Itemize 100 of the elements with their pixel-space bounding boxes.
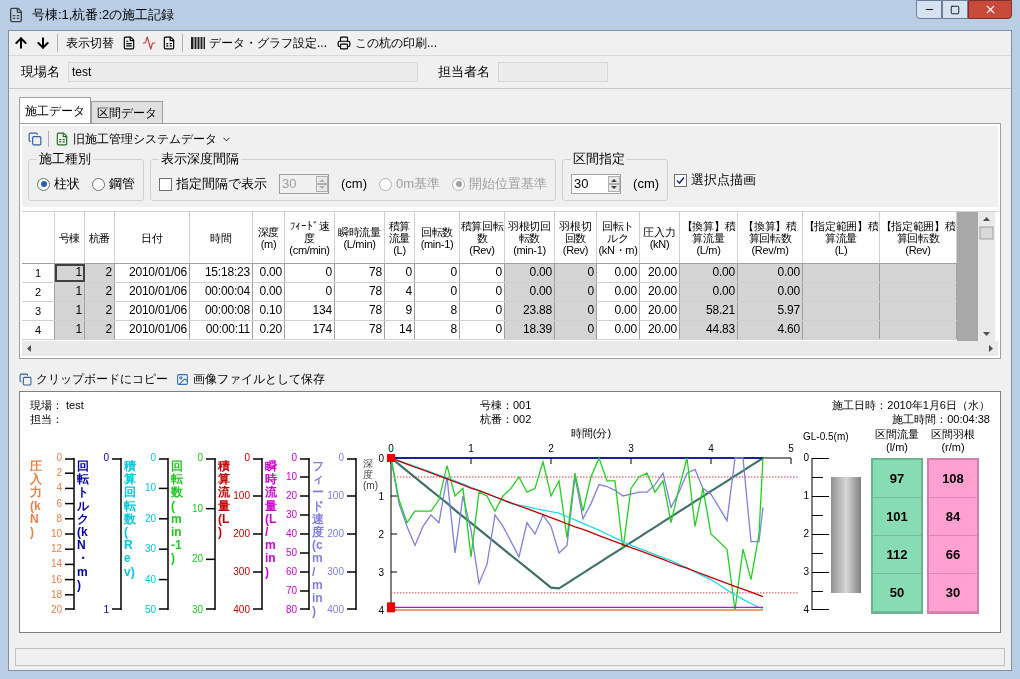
axis-tick-label: 2 [803, 529, 809, 539]
column-header[interactable]: 杭番 [85, 212, 115, 263]
axis-tick-label: 10 [144, 483, 156, 494]
column-header[interactable]: 瞬時流量 (L/min) [335, 212, 385, 263]
window-title: 号棟:1,杭番:2の施工記録 [32, 6, 175, 25]
y-tick-label: 2 [378, 529, 384, 540]
text-field[interactable] [498, 62, 608, 82]
column-header[interactable]: 回転数 (min-1) [415, 212, 460, 263]
axis-tick-label: 2 [56, 468, 62, 479]
axis-title: 回転トルク(kN・m) [77, 460, 89, 592]
group-title: 表示深度間隔 [159, 151, 241, 167]
axis-tick-label: 20 [285, 491, 297, 501]
column-header[interactable]: 回転トルク (kN・m) [597, 212, 640, 263]
axis-tick-label: 0 [291, 453, 297, 463]
x-tick-label: 0 [388, 443, 394, 454]
text-field[interactable]: test [68, 62, 418, 82]
tab[interactable]: 施工データ [19, 97, 91, 123]
table-cell: 2 [85, 264, 115, 282]
column-header[interactable]: 日付 [115, 212, 190, 263]
maximize-button[interactable] [942, 0, 968, 19]
axis-tick-label: 18 [50, 589, 62, 600]
axis-tick-label: 10 [50, 529, 62, 539]
column-header[interactable]: 【換算】積算流量 (L/m) [680, 212, 738, 263]
table-cell: 0.00 [738, 264, 803, 282]
table-cell: 2 [85, 283, 115, 301]
table-cell: 2 [85, 321, 115, 339]
section-value: 112 [873, 536, 921, 574]
x-tick-label: 1 [468, 443, 474, 454]
column-header[interactable]: 積算流量 (L) [385, 212, 415, 263]
column-header[interactable]: 時間 [190, 212, 253, 263]
axis-tick-label: 50 [144, 605, 156, 615]
x-tick-label: 2 [548, 443, 554, 454]
column-header[interactable]: 【換算】積算回転数 (Rev/m) [738, 212, 803, 263]
save-image-button[interactable]: 画像ファイルとして保存 [176, 370, 325, 388]
move-down-icon[interactable] [35, 35, 51, 51]
axis-tick-label: 0 [803, 453, 809, 463]
view-toggle-button[interactable]: 表示切替 [64, 34, 116, 52]
column-header[interactable]: 号棟 [55, 212, 85, 263]
axis-tick-label: 6 [56, 498, 62, 509]
number-spinner[interactable]: 30 [571, 174, 622, 194]
axis-title: フィード速度(cm/min) [312, 460, 324, 619]
unit-label: (cm) [633, 175, 660, 194]
date-text: 施工日時：2010年1月6日（水） [832, 398, 990, 412]
print-button[interactable]: この杭の印刷... [335, 34, 440, 52]
axis-tick-label: 300 [233, 567, 250, 577]
column-header[interactable]: 深度 (m) [253, 212, 285, 263]
axis-tick-label: 40 [285, 529, 297, 539]
close-button[interactable] [968, 0, 1012, 19]
section-value: 108 [929, 460, 977, 498]
settings-button[interactable]: データ・グラフ設定... [189, 34, 329, 52]
axis-tick-label: 60 [285, 567, 297, 577]
radio-button[interactable] [92, 177, 105, 191]
start-marker-icon [387, 454, 395, 462]
table-cell: 0 [555, 302, 597, 320]
axis-tick-label: 3 [803, 567, 809, 577]
axis-tick-label: 10 [285, 472, 297, 482]
site-text: 現場： test [30, 398, 85, 412]
column-header[interactable]: 積算回転数 (Rev) [460, 212, 505, 263]
copy-icon[interactable] [28, 132, 42, 146]
checkbox[interactable] [674, 173, 688, 187]
printer-icon [337, 36, 351, 50]
section-header: 区間羽根 (r/m) [930, 428, 976, 455]
pile-text: 杭番：002 [480, 412, 532, 426]
axis-title: 圧入力(kN) [30, 460, 42, 540]
radio-label: 開始位置基準 [469, 175, 548, 194]
tab[interactable]: 区間データ [91, 101, 163, 123]
axis-title: 積算回転数(Rev) [124, 460, 136, 579]
table-cell: 5.97 [738, 302, 803, 320]
graph-icon[interactable] [142, 36, 156, 50]
spin-arrows-icon [608, 176, 621, 192]
axis-title: 積算流量(L) [218, 460, 230, 540]
column-header[interactable]: 羽根切回数 (Rev) [555, 212, 597, 263]
table-cell: 58.21 [680, 302, 738, 320]
table-cell: 0.00 [680, 283, 738, 301]
horizontal-scrollbar[interactable] [22, 341, 998, 356]
data-source-dropdown[interactable]: 旧施工管理システムデータ [55, 130, 232, 148]
field-label: 現場名 [21, 63, 60, 82]
minimize-button[interactable] [916, 0, 942, 19]
copy-clipboard-button[interactable]: クリップボードにコピー [19, 370, 168, 388]
axis-tick-label: 30 [144, 544, 156, 555]
axis-tick-label: 20 [191, 554, 203, 565]
maximize-icon [950, 4, 960, 15]
column-header[interactable]: ﾌｨｰﾄﾞ速度 (cm/min) [285, 212, 335, 263]
column-header[interactable]: 羽根切回転数 (min-1) [505, 212, 555, 263]
checkbox[interactable] [159, 177, 172, 191]
column-header[interactable]: 【指定範囲】積算流量 (L) [803, 212, 880, 263]
axis-tick-label: 200 [327, 529, 344, 539]
table-cell: 0.00 [505, 264, 555, 282]
axis-tick-label: 30 [191, 605, 203, 615]
table-cell: 18.39 [505, 321, 555, 339]
spreadsheet-icon [55, 132, 69, 146]
axis-tick-label: 10 [191, 503, 203, 514]
column-header[interactable]: 圧入力 (kN) [640, 212, 680, 263]
axis-tick-label: 14 [50, 559, 62, 570]
vertical-scrollbar[interactable] [978, 212, 995, 341]
radio-button[interactable] [37, 177, 50, 191]
move-up-icon[interactable] [13, 35, 29, 51]
axis-tick-label: 0 [150, 453, 156, 463]
axis-tick-label: 8 [56, 513, 62, 524]
document-icon[interactable] [122, 36, 136, 50]
